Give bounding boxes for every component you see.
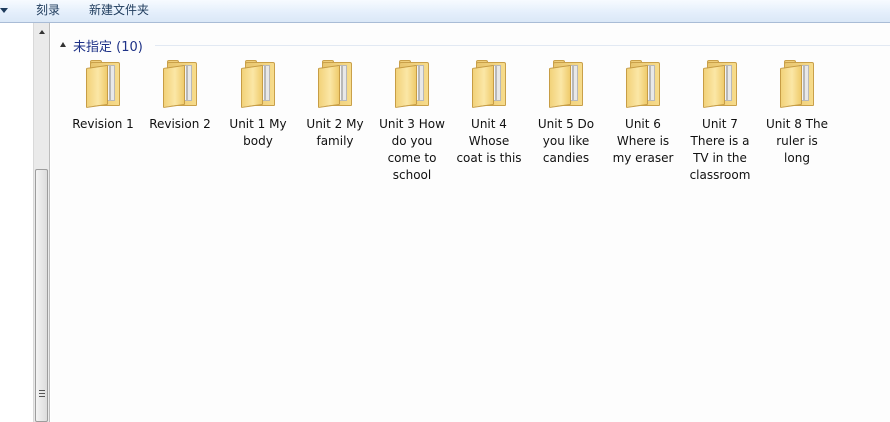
folder-icon (316, 60, 354, 110)
group-divider (155, 45, 890, 46)
explorer-window: 刻录 新建文件夹 未指定 (10) Revision 1 Revision 2 (0, 0, 890, 422)
folder-item[interactable]: Unit 2 My family (302, 60, 368, 150)
group-collapse-icon[interactable] (60, 42, 66, 47)
file-list-pane: 未指定 (10) Revision 1 Revision 2 Unit 1 My… (51, 23, 890, 422)
command-bar: 刻录 新建文件夹 (0, 0, 890, 23)
folder-icon (239, 60, 277, 110)
folder-icon (701, 60, 739, 110)
folder-label: Unit 3 How do you come to school (379, 117, 445, 182)
folder-label: Unit 4 Whose coat is this (456, 117, 522, 165)
folder-label: Unit 6 Where is my eraser (612, 117, 674, 165)
folder-label: Unit 7 There is a TV in the classroom (689, 117, 751, 182)
new-folder-button[interactable]: 新建文件夹 (89, 0, 149, 22)
folder-label: Unit 8 The ruler is long (765, 117, 828, 165)
folder-label: Revision 1 (72, 117, 134, 131)
folder-icon (547, 60, 585, 110)
scroll-thumb[interactable] (35, 169, 48, 422)
folder-label: Unit 1 My body (229, 117, 287, 148)
folder-label: Revision 2 (149, 117, 211, 131)
group-title: 未指定 (10) (73, 39, 143, 55)
burn-button[interactable]: 刻录 (36, 0, 60, 22)
folder-label: Unit 2 My family (306, 117, 364, 148)
folder-item[interactable]: Unit 5 Do you like candies (533, 60, 599, 167)
folder-icon (393, 60, 431, 110)
folder-item[interactable]: Unit 4 Whose coat is this (456, 60, 522, 167)
folder-icon (84, 60, 122, 110)
group-header[interactable]: 未指定 (10) (60, 37, 143, 55)
scroll-grip-icon (39, 390, 45, 397)
folder-item[interactable]: Unit 6 Where is my eraser (610, 60, 676, 167)
folder-label: Unit 5 Do you like candies (537, 117, 595, 165)
organize-dropdown-arrow-icon[interactable] (0, 8, 8, 13)
navigation-pane (0, 23, 33, 422)
folder-item[interactable]: Unit 3 How do you come to school (379, 60, 445, 184)
folder-item[interactable]: Unit 8 The ruler is long (764, 60, 830, 167)
folder-icon (624, 60, 662, 110)
folder-item[interactable]: Unit 1 My body (225, 60, 291, 150)
folder-item[interactable]: Revision 1 (70, 60, 136, 133)
scroll-up-arrow-icon (38, 29, 45, 34)
folder-icon (161, 60, 199, 110)
nav-scrollbar[interactable] (33, 23, 50, 422)
scroll-up-button[interactable] (34, 23, 49, 40)
folder-item[interactable]: Revision 2 (147, 60, 213, 133)
folder-item[interactable]: Unit 7 There is a TV in the classroom (687, 60, 753, 184)
folder-icon (470, 60, 508, 110)
folder-icon (778, 60, 816, 110)
